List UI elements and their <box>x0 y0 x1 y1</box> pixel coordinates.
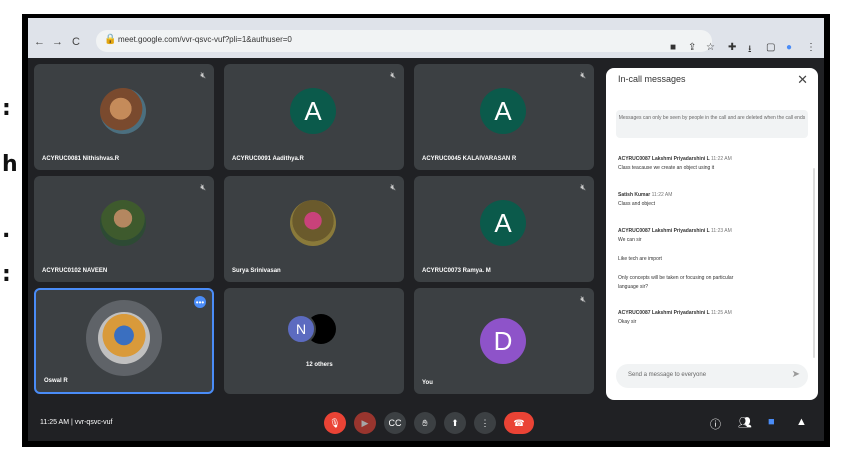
participant-name: You <box>422 380 433 386</box>
mic-off-icon: 🔇︎ <box>580 70 586 80</box>
participant-name: ACYRUC0091 Aadithya.R <box>232 156 304 162</box>
participant-name: ACYRUC0045 KALAIVARASAN R <box>422 156 517 162</box>
camera-toggle-button[interactable]: ▶ <box>354 412 376 434</box>
mic-off-icon: 🔇︎ <box>580 294 586 304</box>
participant-photo <box>100 88 146 134</box>
window-icon[interactable]: ▢ <box>766 42 775 53</box>
participant-avatar: A <box>290 88 336 134</box>
participant-photo <box>290 200 336 246</box>
star-icon[interactable]: ☆ <box>706 42 715 53</box>
participant-tile[interactable]: 🔇︎ A ACYRUC0073 Ramya. M <box>414 176 594 282</box>
message-sender: Satish Kumar 11:22 AM <box>618 192 673 198</box>
participant-name: Surya Srinivasan <box>232 268 281 274</box>
lock-icon: 🔒 <box>104 34 117 45</box>
participant-name: ACYRUC0102 NAVEEN <box>42 268 108 274</box>
message-text: Okay sir <box>618 319 637 325</box>
browser-icons: ■ ⇪ ☆ ✚ ⭳ ▢ ● ⋮ <box>668 42 838 56</box>
share-icon[interactable]: ⇪ <box>688 42 696 53</box>
menu-icon[interactable]: ⋮ <box>806 42 816 53</box>
activities-icon[interactable]: ▲ <box>796 416 807 428</box>
participant-avatar: D <box>480 318 526 364</box>
participant-tile-active[interactable]: ••• Oswal R <box>34 288 214 394</box>
participant-name: Oswal R <box>44 378 68 384</box>
chat-title: In-call messages <box>618 74 686 84</box>
participant-tile[interactable]: 🔇︎ ACYRUC0102 NAVEEN <box>34 176 214 282</box>
message-text: language sir? <box>618 284 649 290</box>
others-label: 12 others <box>306 362 333 368</box>
close-icon[interactable]: ✕ <box>797 72 808 88</box>
participant-name: ACYRUC0073 Ramya. M <box>422 268 491 274</box>
message-sender: ACYRUC0087 Lakshmi Priyadarshini L 11:25… <box>618 310 732 316</box>
message-sender: ACYRUC0087 Lakshmi Priyadarshini L 11:23… <box>618 228 732 234</box>
send-icon[interactable]: ➤ <box>792 369 800 380</box>
message-text: Class and object <box>618 201 655 207</box>
meet-area: 🔇︎ ACYRUC0081 Nithishvas.R 🔇︎ A ACYRUC00… <box>28 58 824 441</box>
participant-avatar: A <box>480 200 526 246</box>
raise-hand-button[interactable]: ✋︎ <box>414 412 436 434</box>
forward-button[interactable]: → <box>52 36 63 48</box>
extension-icon[interactable]: ✚ <box>728 42 736 53</box>
chat-scrollbar[interactable] <box>813 168 815 358</box>
address-bar[interactable]: 🔒 meet.google.com/vvr-qsvc-vuf?pli=1&aut… <box>96 30 712 52</box>
in-call-messages-panel: In-call messages ✕ Messages can only be … <box>606 68 818 400</box>
info-icon[interactable]: ⓘ <box>710 416 721 432</box>
browser-toolbar: ← → C 🔒 meet.google.com/vvr-qsvc-vuf?pli… <box>28 18 824 58</box>
url-text: meet.google.com/vvr-qsvc-vuf?pli=1&authu… <box>118 35 292 44</box>
message-text: Class teacause we create an object using… <box>618 165 715 171</box>
more-options-button[interactable]: ⋮ <box>474 412 496 434</box>
message-sender: ACYRUC0087 Lakshmi Priyadarshini L 11:22… <box>618 156 732 162</box>
participant-tile-others[interactable]: N 12 others <box>224 288 404 394</box>
participant-photo <box>98 312 150 364</box>
mic-off-icon: 🔇︎ <box>200 70 206 80</box>
participant-tile[interactable]: 🔇︎ A ACYRUC0091 Aadithya.R <box>224 64 404 170</box>
mic-off-icon: 🔇︎ <box>200 182 206 192</box>
mic-off-icon: 🔇︎ <box>390 70 396 80</box>
glyph: : <box>2 262 11 287</box>
participant-avatar: A <box>480 88 526 134</box>
mic-toggle-button[interactable]: 🎙︎ <box>324 412 346 434</box>
captions-button[interactable]: CC <box>384 412 406 434</box>
chat-input-placeholder: Send a message to everyone <box>628 372 707 378</box>
mic-off-icon: 🔇︎ <box>580 182 586 192</box>
people-icon[interactable]: 👥︎ <box>738 416 752 429</box>
participant-tile[interactable]: 🔇︎ Surya Srinivasan <box>224 176 404 282</box>
profile-icon[interactable]: ● <box>786 42 792 53</box>
chat-notice: Messages can only be seen by people in t… <box>616 110 808 138</box>
back-button[interactable]: ← <box>34 36 45 48</box>
participant-tile[interactable]: 🔇︎ A ACYRUC0045 KALAIVARASAN R <box>414 64 594 170</box>
glyph: . <box>2 218 11 243</box>
message-text: We can sir <box>618 237 642 243</box>
participant-avatar: N <box>286 314 316 344</box>
participant-name: ACYRUC0081 Nithishvas.R <box>42 156 120 162</box>
glyph: h <box>2 152 18 177</box>
meeting-time-code: 11:25 AM | vvr-qsvc-vuf <box>40 419 113 426</box>
speaking-icon: ••• <box>194 296 206 308</box>
leave-call-button[interactable]: ☎ <box>504 412 534 434</box>
reload-button[interactable]: C <box>72 36 80 48</box>
message-text: Only concepts will be taken or focusing … <box>618 275 734 281</box>
chat-input[interactable]: Send a message to everyone ➤ <box>616 364 808 388</box>
present-button[interactable]: ⬆ <box>444 412 466 434</box>
glyph: : <box>2 96 11 121</box>
participant-tile[interactable]: 🔇︎ ACYRUC0081 Nithishvas.R <box>34 64 214 170</box>
camera-icon[interactable]: ■ <box>670 42 676 53</box>
download-icon[interactable]: ⭳ <box>748 42 752 59</box>
screenshot-frame: ← → C 🔒 meet.google.com/vvr-qsvc-vuf?pli… <box>22 14 830 447</box>
mic-off-icon: 🔇︎ <box>390 182 396 192</box>
meeting-controls-bar: 11:25 AM | vvr-qsvc-vuf 🎙︎ ▶ CC ✋︎ ⬆ ⋮ ☎… <box>28 410 824 441</box>
chat-icon[interactable]: ■ <box>768 416 775 428</box>
message-text: Like tech are import <box>618 256 662 262</box>
participant-photo <box>100 200 146 246</box>
left-margin-glyphs: : h . : <box>0 0 22 459</box>
participant-tile-self[interactable]: 🔇︎ D You <box>414 288 594 394</box>
